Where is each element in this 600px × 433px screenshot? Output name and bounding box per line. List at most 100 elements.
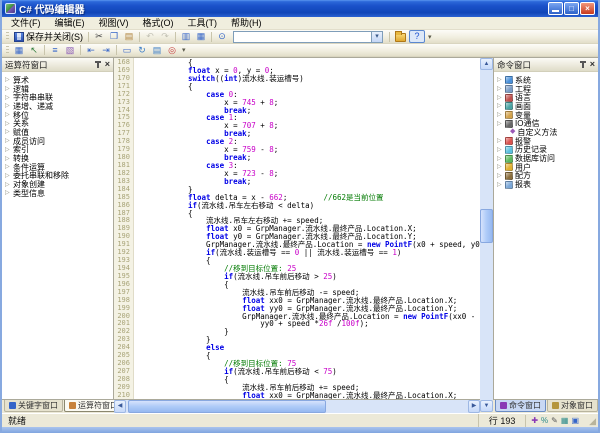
cut-button[interactable]: ✂ (92, 30, 106, 43)
expand-icon[interactable]: ▷ (497, 181, 503, 189)
code-line[interactable]: if(流水线.吊车左右移动 < delta) (188, 202, 480, 210)
expand-icon[interactable]: ▷ (497, 94, 503, 102)
scroll-left-icon[interactable]: ◀ (114, 400, 126, 413)
command-item[interactable]: ▷工程 (497, 85, 598, 94)
undo-button[interactable]: ↶ (143, 30, 157, 43)
expand-icon[interactable]: ▷ (497, 85, 503, 93)
horizontal-scrollbar[interactable]: ◀ ▶ (114, 400, 480, 413)
combo-dropdown-icon[interactable]: ▾ (371, 32, 382, 42)
pin-icon[interactable] (94, 60, 102, 69)
menu-help[interactable]: 帮助(H) (224, 17, 269, 30)
rectangle-button[interactable]: ▭ (120, 44, 134, 57)
tray-panel-icon[interactable]: ▣ (571, 415, 579, 427)
scroll-up-icon[interactable]: ▲ (480, 58, 493, 70)
expand-icon[interactable]: ▷ (5, 94, 11, 102)
table-button[interactable]: ▦ (12, 44, 26, 57)
command-item[interactable]: ▷系统 (497, 76, 598, 85)
expand-icon[interactable]: ▷ (497, 120, 503, 128)
align-button[interactable]: ≡ (48, 44, 62, 57)
code-line[interactable]: } (188, 336, 480, 344)
tray-percent-icon[interactable]: % (541, 415, 548, 427)
menu-format[interactable]: 格式(O) (136, 17, 181, 30)
code-line[interactable]: float xx0 = GrpManager.流水线.最终产品.Location… (188, 392, 480, 399)
menu-file[interactable]: 文件(F) (4, 17, 48, 30)
members-button[interactable]: ▧ (63, 44, 77, 57)
copy-button[interactable]: ❐ (107, 30, 121, 43)
maximize-button[interactable]: □ (564, 2, 579, 15)
horizontal-scroll-track[interactable] (126, 400, 468, 413)
command-item[interactable]: ▷用户 (497, 163, 598, 172)
rotate-button[interactable]: ↻ (135, 44, 149, 57)
panel-close-icon[interactable]: × (590, 60, 595, 69)
code-line[interactable]: yy0 + speed *26f /100f); (188, 320, 480, 328)
expand-icon[interactable]: ▷ (497, 137, 503, 145)
expand-icon[interactable]: ▷ (497, 172, 503, 180)
command-item[interactable]: ▷报警 (497, 137, 598, 146)
expand-icon[interactable]: ▷ (5, 172, 11, 180)
find-button[interactable]: ⊙ (215, 30, 229, 43)
vertical-scroll-thumb[interactable] (480, 209, 493, 243)
paste-button[interactable]: ▤ (122, 30, 136, 43)
outdent-button[interactable]: ⇤ (84, 44, 98, 57)
code-line[interactable]: } (188, 328, 480, 336)
horizontal-scroll-thumb[interactable] (128, 400, 326, 413)
scroll-right-icon[interactable]: ▶ (468, 400, 480, 413)
command-item[interactable]: ▷画面 (497, 102, 598, 111)
close-button[interactable]: × (580, 2, 595, 15)
code-line[interactable]: if(流水线.吊车前后移动 < 75) (188, 368, 480, 376)
operator-item[interactable]: ▷类型信息 (5, 189, 113, 198)
expand-icon[interactable]: ▷ (497, 146, 503, 154)
print-blue-button[interactable]: ▤ (150, 44, 164, 57)
expand-icon[interactable]: ▷ (497, 102, 503, 110)
tray-pencil-icon[interactable]: ✎ (551, 415, 558, 427)
code-line[interactable]: if(流水线.装运槽号 == 0 || 流水线.装运槽号 == 1) (188, 249, 480, 257)
expand-icon[interactable]: ▷ (5, 189, 11, 197)
command-item[interactable]: ◆自定义方法 (497, 128, 598, 137)
expand-icon[interactable]: ▷ (5, 85, 11, 93)
select-pointer-button[interactable]: ↖ (27, 44, 41, 57)
redo-button[interactable]: ↷ (158, 30, 172, 43)
command-item[interactable]: ▷配方 (497, 172, 598, 181)
menu-tools[interactable]: 工具(T) (181, 17, 225, 30)
indent-button[interactable]: ⇥ (99, 44, 113, 57)
toolbar-overflow-button[interactable]: ▾ (180, 46, 188, 54)
expand-icon[interactable]: ▷ (5, 120, 11, 128)
expand-icon[interactable]: ▷ (497, 163, 503, 171)
code-line[interactable]: if(流水线.吊车前后移动 > 25) (188, 273, 480, 281)
expand-icon[interactable]: ▷ (5, 111, 11, 119)
toolbar-combobox[interactable]: ▾ (233, 31, 383, 43)
code-line[interactable]: break; (188, 178, 480, 186)
command-item[interactable]: ▷数据库访问 (497, 154, 598, 163)
panel-close-icon[interactable]: × (105, 60, 110, 69)
tab-object-window[interactable]: 对象窗口 (547, 400, 598, 412)
tab-keyword-window[interactable]: 关键字窗口 (4, 400, 63, 412)
expand-icon[interactable]: ▷ (497, 111, 503, 119)
code-line[interactable]: switch((int)流水线.装运槽号) (188, 75, 480, 83)
expand-icon[interactable]: ▷ (5, 155, 11, 163)
vertical-scrollbar[interactable]: ▲ (480, 57, 493, 400)
code-editor[interactable]: 1681691701711721731741751761771781791801… (114, 57, 480, 400)
expand-icon[interactable]: ▷ (5, 146, 11, 154)
expand-icon[interactable]: ▷ (497, 155, 503, 163)
save-and-close-button[interactable]: 保存并关闭(S) (12, 30, 85, 43)
find-remove-button[interactable]: ◎ (165, 44, 179, 57)
menu-edit[interactable]: 编辑(E) (48, 17, 92, 30)
expand-icon[interactable]: ▷ (5, 163, 11, 171)
expand-icon[interactable]: ▷ (5, 181, 11, 189)
pin-icon[interactable] (579, 60, 587, 69)
command-item[interactable]: ▷语言 (497, 93, 598, 102)
print-button[interactable]: ▦ (194, 30, 208, 43)
toolbar-overflow-button[interactable]: ▾ (426, 33, 434, 41)
command-item[interactable]: ▷报表 (497, 180, 598, 189)
expand-icon[interactable]: ▷ (5, 76, 11, 84)
resize-grip[interactable]: ◢ (584, 415, 596, 427)
expand-icon[interactable]: ▷ (5, 137, 11, 145)
vertical-scroll-track[interactable] (480, 70, 493, 400)
help-toggle-button[interactable]: ? (409, 30, 425, 43)
tab-command-window[interactable]: 命令窗口 (495, 400, 546, 412)
tray-grid-icon[interactable]: ▦ (561, 415, 569, 427)
expand-icon[interactable]: ▷ (497, 76, 503, 84)
command-item[interactable]: ▷变量 (497, 111, 598, 120)
minimize-button[interactable] (548, 2, 563, 15)
print-preview-button[interactable]: ▥ (179, 30, 193, 43)
